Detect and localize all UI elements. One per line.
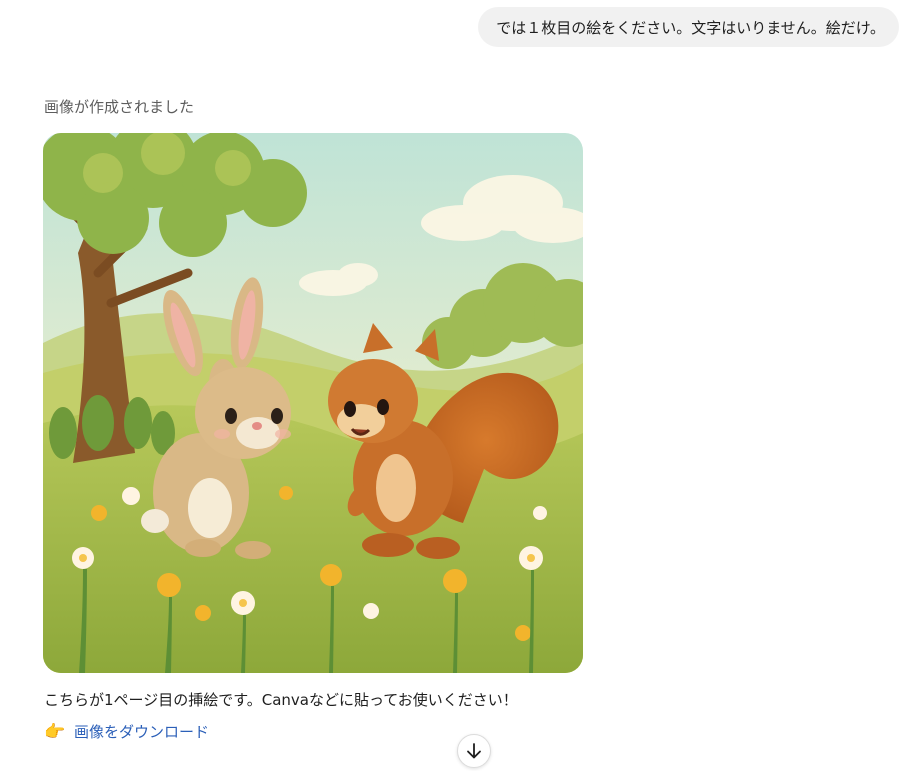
generated-image[interactable] [43,133,583,673]
assistant-caption: こちらが1ページ目の挿絵です。Canvaなどに貼ってお使いください！ [44,691,518,709]
download-label: 画像をダウンロード [74,723,210,741]
user-message-text: では１枚目の絵をください。文字はいりません。絵だけ。 [496,18,885,37]
download-image-link[interactable]: 👉 画像をダウンロード [44,721,209,742]
rabbit-squirrel-illustration [43,133,583,673]
chat-view: では１枚目の絵をください。文字はいりません。絵だけ。 画像が作成されました こち… [0,0,899,771]
user-message-bubble: では１枚目の絵をください。文字はいりません。絵だけ。 [478,7,899,47]
image-created-status: 画像が作成されました [44,98,195,116]
arrow-down-icon [467,743,481,759]
scroll-to-bottom-button[interactable] [457,734,491,768]
pointing-hand-icon: 👉 [44,721,66,742]
